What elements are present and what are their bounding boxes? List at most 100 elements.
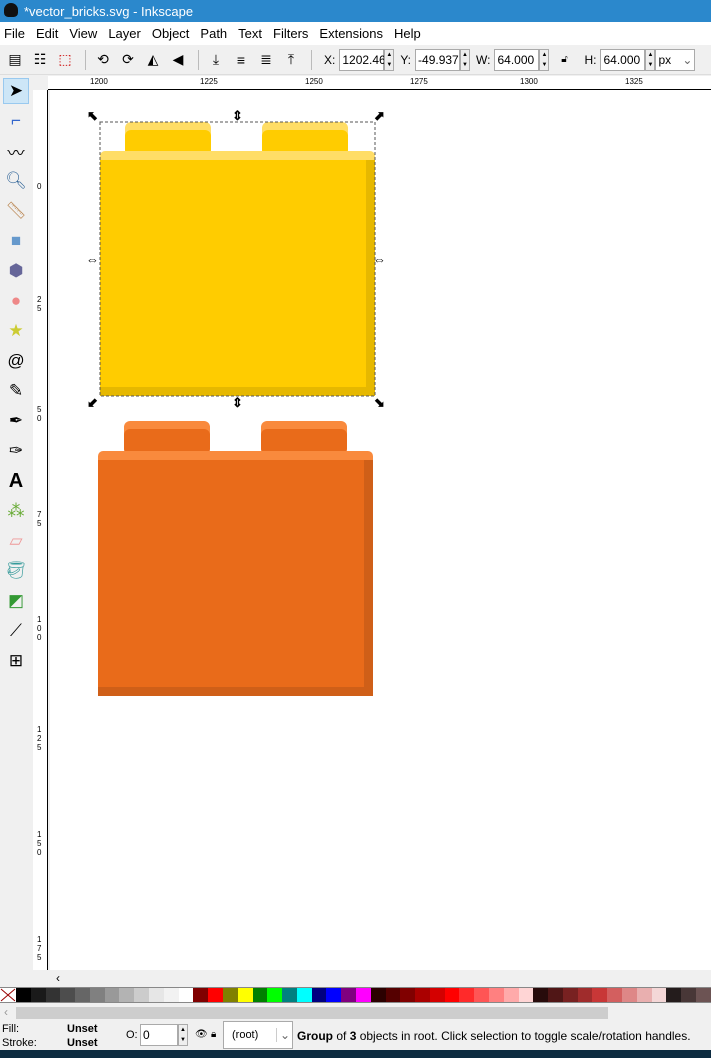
color-swatch[interactable] [178, 988, 194, 1002]
flip-vertical-icon[interactable]: ◀ [167, 49, 189, 71]
color-swatch[interactable] [119, 988, 135, 1002]
color-swatch[interactable] [45, 988, 61, 1002]
color-swatch[interactable] [548, 988, 563, 1002]
scale-handle-s[interactable]: ⇕ [231, 396, 244, 409]
scale-handle-ne[interactable]: ⬈ [373, 109, 386, 122]
color-swatch[interactable] [607, 988, 623, 1002]
color-swatch[interactable] [163, 988, 179, 1002]
calligraphy-tool-icon[interactable]: ✑ [3, 438, 29, 464]
pencil-tool-icon[interactable]: ✎ [3, 378, 29, 404]
rotate-ccw-icon[interactable]: ⟲ [92, 49, 114, 71]
color-swatch[interactable] [267, 988, 283, 1002]
color-swatch[interactable] [429, 988, 445, 1002]
color-swatch[interactable] [370, 988, 386, 1002]
scale-handle-se[interactable]: ⬊ [373, 396, 386, 409]
pen-tool-icon[interactable]: ✒ [3, 408, 29, 434]
text-tool-icon[interactable]: A [3, 468, 29, 494]
rectangle-tool-icon[interactable]: ■ [3, 228, 29, 254]
color-swatch[interactable] [193, 988, 209, 1002]
color-swatch[interactable] [89, 988, 105, 1002]
color-swatch[interactable] [503, 988, 519, 1002]
node-tool-icon[interactable]: ⌐ [3, 108, 29, 134]
color-swatch[interactable] [30, 988, 46, 1002]
opacity-spinner[interactable]: ▲ ▼ [178, 1024, 188, 1046]
x-spinner[interactable]: ▲ ▼ [384, 48, 395, 71]
scroll-left-icon[interactable]: ‹ [56, 971, 60, 985]
scale-handle-nw[interactable]: ⬉ [86, 109, 99, 122]
orange-brick[interactable] [98, 421, 373, 696]
menu-view[interactable]: View [69, 26, 97, 41]
no-paint-swatch[interactable] [0, 988, 16, 1002]
layer-select[interactable]: (root) ⌄ [223, 1021, 293, 1049]
color-swatch[interactable] [562, 988, 578, 1002]
x-input[interactable]: 1202.46 [339, 48, 386, 71]
y-input[interactable]: -49.937 [415, 48, 461, 71]
eraser-tool-icon[interactable]: ▱ [3, 528, 29, 554]
color-swatch[interactable] [474, 988, 489, 1002]
hide-layer-icon[interactable]: 👁︎ [195, 1029, 208, 1040]
raise-to-top-icon[interactable]: ⤒ [280, 49, 302, 71]
color-swatch[interactable] [355, 988, 371, 1002]
scale-handle-w[interactable]: ⇔ [86, 253, 99, 266]
palette-scroll-thumb[interactable] [16, 1007, 608, 1019]
color-swatch[interactable] [385, 988, 401, 1002]
color-swatch[interactable] [622, 988, 637, 1002]
lock-icon[interactable]: 🔓︎ [553, 49, 575, 71]
measure-tool-icon[interactable]: 📏︎ [3, 198, 29, 224]
3d-box-tool-icon[interactable]: ⬢ [3, 258, 29, 284]
w-spinner[interactable]: ▲ ▼ [539, 48, 550, 71]
drawing-canvas[interactable]: ⬉ ⇕ ⬈ ⇔ ⇔ ⬋ ⇕ ⬊ [50, 90, 711, 970]
yellow-brick[interactable] [100, 122, 375, 396]
lower-to-bottom-icon[interactable]: ⤓ [205, 49, 227, 71]
menu-text[interactable]: Text [238, 26, 262, 41]
star-tool-icon[interactable]: ★ [3, 318, 29, 344]
color-swatch[interactable] [651, 988, 667, 1002]
menu-layer[interactable]: Layer [108, 26, 141, 41]
selector-tool-icon[interactable]: ➤ [3, 78, 29, 104]
color-swatch[interactable] [592, 988, 608, 1002]
scale-handle-n[interactable]: ⇕ [231, 109, 244, 122]
color-swatch[interactable] [252, 988, 268, 1002]
unit-select[interactable]: px ⌄ [655, 48, 696, 71]
color-swatch[interactable] [104, 988, 120, 1002]
color-swatch[interactable] [533, 988, 549, 1002]
color-swatch[interactable] [237, 988, 253, 1002]
spray-tool-icon[interactable]: ⁂ [3, 498, 29, 524]
menu-object[interactable]: Object [152, 26, 190, 41]
color-swatch[interactable] [75, 988, 90, 1002]
menu-filters[interactable]: Filters [273, 26, 308, 41]
color-swatch[interactable] [341, 988, 356, 1002]
deselect-icon[interactable]: ⬚ [54, 49, 76, 71]
rotate-cw-icon[interactable]: ⟳ [117, 49, 139, 71]
h-input[interactable]: 64.000 [600, 48, 646, 71]
select-all-icon[interactable]: ▤ [4, 49, 26, 71]
color-swatch[interactable] [636, 988, 652, 1002]
menu-help[interactable]: Help [394, 26, 421, 41]
color-swatch[interactable] [208, 988, 223, 1002]
color-swatch[interactable] [577, 988, 593, 1002]
scale-handle-sw[interactable]: ⬋ [86, 396, 99, 409]
connector-tool-icon[interactable]: ⊞ [3, 648, 29, 674]
menu-extensions[interactable]: Extensions [319, 26, 383, 41]
menu-file[interactable]: File [4, 26, 25, 41]
menu-path[interactable]: Path [200, 26, 227, 41]
spiral-tool-icon[interactable]: @ [3, 348, 29, 374]
palette-scrollbar[interactable]: ‹ [0, 1005, 711, 1021]
select-all-layers-icon[interactable]: ☷ [29, 49, 51, 71]
color-swatch[interactable] [681, 988, 696, 1002]
color-swatch[interactable] [149, 988, 164, 1002]
color-swatch[interactable] [444, 988, 460, 1002]
color-swatch[interactable] [16, 988, 31, 1002]
stroke-value[interactable]: Unset [67, 1037, 98, 1049]
color-swatch[interactable] [400, 988, 416, 1002]
dropper-tool-icon[interactable]: ⟋ [3, 618, 29, 644]
color-swatch[interactable] [489, 988, 504, 1002]
y-spinner[interactable]: ▲ ▼ [460, 48, 471, 71]
menu-edit[interactable]: Edit [36, 26, 58, 41]
paint-bucket-tool-icon[interactable]: 🪣︎ [3, 558, 29, 584]
scale-handle-e[interactable]: ⇔ [373, 253, 386, 266]
color-swatch[interactable] [666, 988, 682, 1002]
color-swatch[interactable] [296, 988, 312, 1002]
zoom-tool-icon[interactable]: 🔍︎ [3, 168, 29, 194]
scroll-left-icon[interactable]: ‹ [4, 1005, 8, 1019]
